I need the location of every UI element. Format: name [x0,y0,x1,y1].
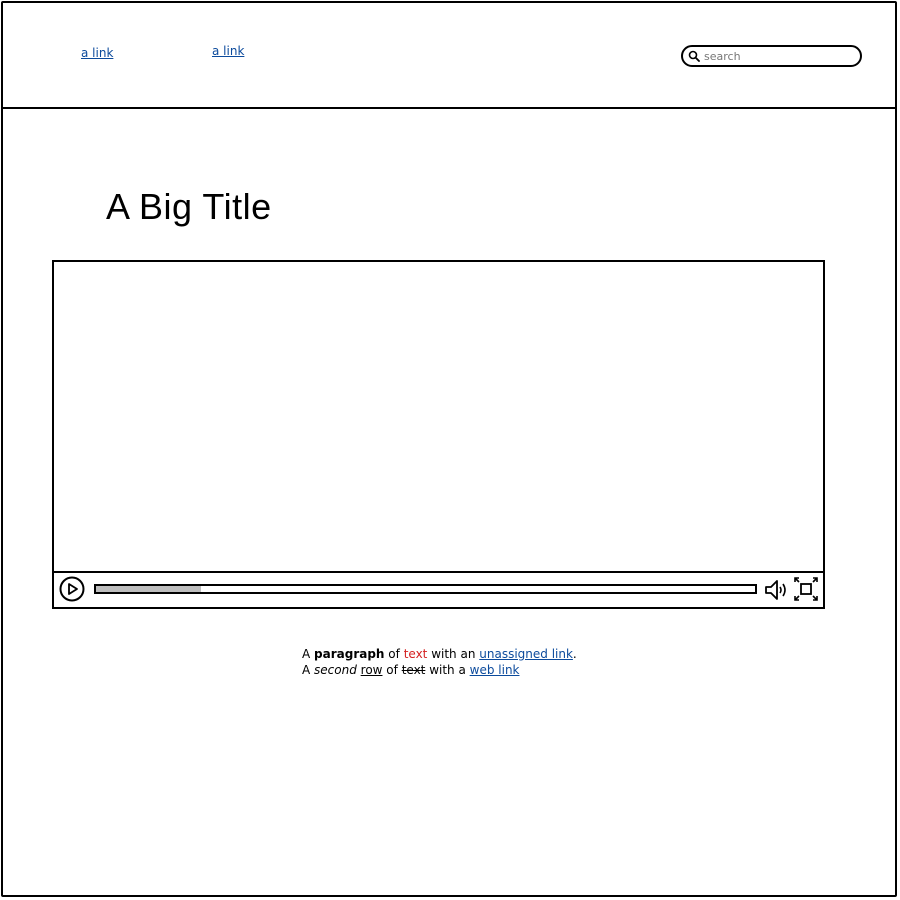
video-controls [54,571,823,607]
nav-link-1[interactable]: a link [81,46,113,60]
paragraph-line-2: A second row of text with a web link [302,662,577,678]
volume-icon[interactable] [764,577,790,603]
header: a link a link [1,1,897,109]
progress-fill [96,586,202,592]
red-text: text [403,647,428,661]
underlined-text: row [360,663,383,677]
search-icon [688,50,700,62]
italic-text: second [314,663,357,677]
paragraph-line-1: A paragraph of text with an unassigned l… [302,646,577,662]
bold-text: paragraph [314,647,385,661]
web-link[interactable]: web link [470,663,520,677]
search-box[interactable] [681,45,862,67]
text: with a [425,663,470,677]
video-player[interactable] [52,260,825,609]
progress-bar[interactable] [94,584,757,594]
text: A [302,663,315,677]
search-input[interactable] [704,48,854,64]
paragraph: A paragraph of text with an unassigned l… [302,646,577,678]
text: A [302,647,315,661]
text: of [382,663,402,677]
text: . [572,647,577,661]
unassigned-link[interactable]: unassigned link [479,647,573,661]
text: of [384,647,404,661]
page-title: A Big Title [106,186,272,227]
nav-link-2[interactable]: a link [212,44,244,58]
strikethrough-text: text [401,663,426,677]
fullscreen-icon[interactable] [794,577,818,601]
play-icon[interactable] [59,576,85,602]
text: with an [427,647,480,661]
